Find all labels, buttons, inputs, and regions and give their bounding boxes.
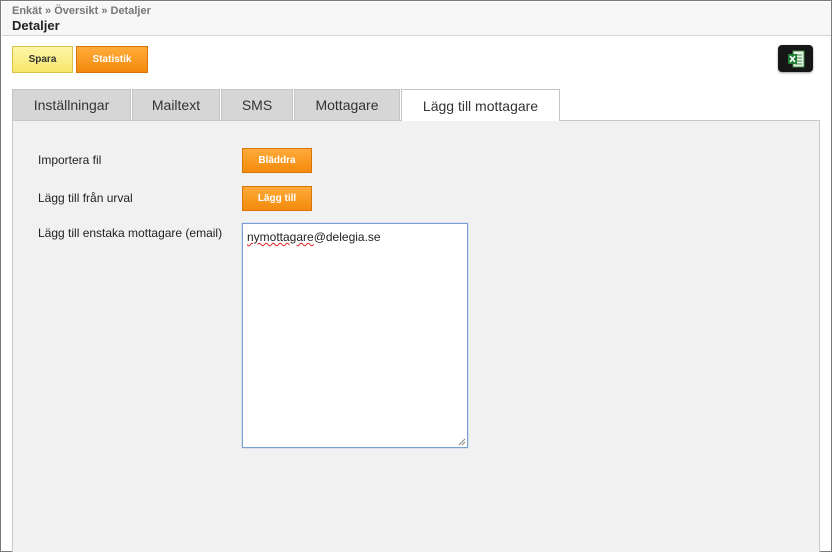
resize-grip-icon[interactable]	[457, 437, 466, 446]
breadcrumb-separator: »	[101, 5, 108, 17]
page-header: Enkät » Översikt » Detaljer Detaljer	[2, 2, 831, 36]
misspelled-word: nymottagare	[247, 230, 314, 244]
breadcrumb-item-survey[interactable]: Enkät	[12, 5, 42, 17]
excel-export-button[interactable]	[778, 45, 813, 72]
import-file-label: Importera fil	[38, 153, 102, 167]
email-textarea-value: nymottagare@delegia.se	[247, 230, 381, 244]
breadcrumb-separator: »	[45, 5, 52, 17]
email-tld-part: .se	[364, 230, 381, 244]
add-from-selection-button[interactable]: Lägg till	[242, 186, 312, 211]
tab-sms[interactable]: SMS	[221, 89, 293, 120]
statistics-button[interactable]: Statistik	[76, 46, 148, 73]
add-from-selection-label: Lägg till från urval	[38, 191, 133, 205]
breadcrumb: Enkät » Översikt » Detaljer	[12, 5, 151, 17]
email-domain-part: @delegia	[313, 230, 365, 244]
tab-settings[interactable]: Inställningar	[12, 89, 131, 120]
tab-add-recipients[interactable]: Lägg till mottagare	[401, 89, 560, 121]
breadcrumb-item-details: Detaljer	[110, 5, 151, 17]
excel-export-icon	[787, 50, 804, 67]
email-textarea[interactable]	[242, 223, 468, 448]
tab-mailtext[interactable]: Mailtext	[132, 89, 220, 120]
save-button[interactable]: Spara	[12, 46, 73, 73]
browse-button[interactable]: Bläddra	[242, 148, 312, 173]
app-window: Enkät » Översikt » Detaljer Detaljer Spa…	[0, 0, 832, 552]
breadcrumb-item-overview[interactable]: Översikt	[54, 5, 98, 17]
page-title: Detaljer	[12, 18, 60, 33]
tab-recipients[interactable]: Mottagare	[294, 89, 400, 120]
single-recipient-label: Lägg till enstaka mottagare (email)	[38, 226, 223, 240]
